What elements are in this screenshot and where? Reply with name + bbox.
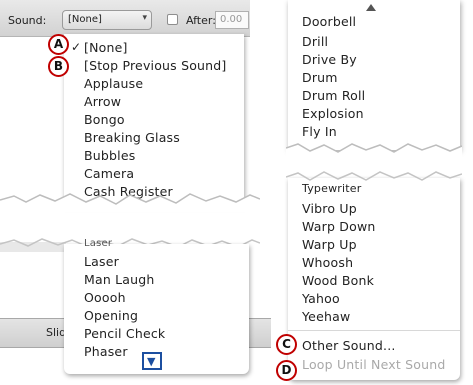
scroll-up-arrow-icon[interactable]: [366, 4, 376, 11]
menu-item-warp-up[interactable]: Warp Up: [302, 237, 357, 252]
menu-item-drill[interactable]: Drill: [302, 34, 328, 49]
callout-a: A: [48, 34, 69, 55]
menu-item-stop-previous-sound[interactable]: [Stop Previous Sound]: [84, 58, 227, 73]
menu-item-vibro-up[interactable]: Vibro Up: [302, 201, 357, 216]
sound-toolbar: Sound: [None] ▾ After: 0.00: [0, 0, 250, 37]
torn-edge-top-left: [0, 193, 260, 212]
callout-d: D: [276, 360, 297, 381]
menu-item-explosion[interactable]: Explosion: [302, 106, 364, 121]
background-slider: [249, 318, 271, 348]
menu-separator: [288, 330, 460, 331]
after-time-value: 0.00: [220, 14, 243, 25]
menu-item-doorbell[interactable]: Doorbell: [302, 14, 356, 29]
sound-menu-top-left: ✓ [None] [Stop Previous Sound] Applause …: [64, 34, 244, 206]
sound-select-value: [None]: [68, 14, 102, 25]
menu-item-fly-in[interactable]: Fly In: [302, 124, 337, 139]
slide-panel-bar: Slid: [0, 318, 66, 348]
sound-label: Sound:: [8, 14, 47, 27]
menu-item-none[interactable]: [None]: [84, 40, 128, 55]
menu-item-ooooh[interactable]: Ooooh: [84, 290, 126, 305]
menu-item-breaking-glass[interactable]: Breaking Glass: [84, 130, 180, 145]
menu-item-whoosh[interactable]: Whoosh: [302, 255, 353, 270]
menu-item-warp-down[interactable]: Warp Down: [302, 219, 376, 234]
sound-menu-bottom-right: Typewriter Vibro Up Warp Down Warp Up Wh…: [288, 178, 460, 380]
menu-item-drum-roll[interactable]: Drum Roll: [302, 88, 365, 103]
menu-item-arrow[interactable]: Arrow: [84, 94, 121, 109]
menu-item-applause[interactable]: Applause: [84, 76, 143, 91]
menu-item-yeehaw[interactable]: Yeehaw: [302, 309, 350, 324]
after-label: After:: [186, 14, 216, 27]
torn-edge-top-right: [286, 143, 462, 158]
checkmark-icon: ✓: [71, 40, 82, 54]
callout-c: C: [276, 334, 297, 355]
menu-item-laser[interactable]: Laser: [84, 254, 119, 269]
chevron-down-icon: ▾: [142, 13, 147, 23]
menu-item-camera[interactable]: Camera: [84, 166, 134, 181]
after-time-field[interactable]: 0.00: [215, 11, 249, 29]
menu-item-laser-partial: Laser: [84, 238, 113, 249]
callout-b: B: [48, 56, 69, 77]
sound-menu-top-right: Doorbell Drill Drive By Drum Drum Roll E…: [288, 0, 460, 150]
menu-item-phaser[interactable]: Phaser: [84, 344, 128, 359]
torn-edge-bottom-right: [286, 171, 462, 181]
menu-item-other-sound[interactable]: Other Sound...: [302, 338, 396, 353]
menu-item-wood-bonk[interactable]: Wood Bonk: [302, 273, 374, 288]
menu-item-man-laugh[interactable]: Man Laugh: [84, 272, 155, 287]
menu-item-opening[interactable]: Opening: [84, 308, 138, 323]
menu-item-yahoo[interactable]: Yahoo: [302, 291, 340, 306]
menu-item-drum[interactable]: Drum: [302, 70, 338, 85]
menu-item-pencil-check[interactable]: Pencil Check: [84, 326, 165, 341]
scroll-down-arrow-button[interactable]: ▼: [142, 352, 162, 370]
menu-item-loop-until-next-sound: Loop Until Next Sound: [302, 357, 446, 372]
menu-item-bubbles[interactable]: Bubbles: [84, 148, 135, 163]
triangle-down-icon: ▼: [147, 355, 156, 368]
after-checkbox[interactable]: [167, 14, 178, 25]
sound-select[interactable]: [None] ▾: [62, 10, 152, 30]
menu-item-drive-by[interactable]: Drive By: [302, 52, 357, 67]
menu-item-bongo[interactable]: Bongo: [84, 112, 125, 127]
